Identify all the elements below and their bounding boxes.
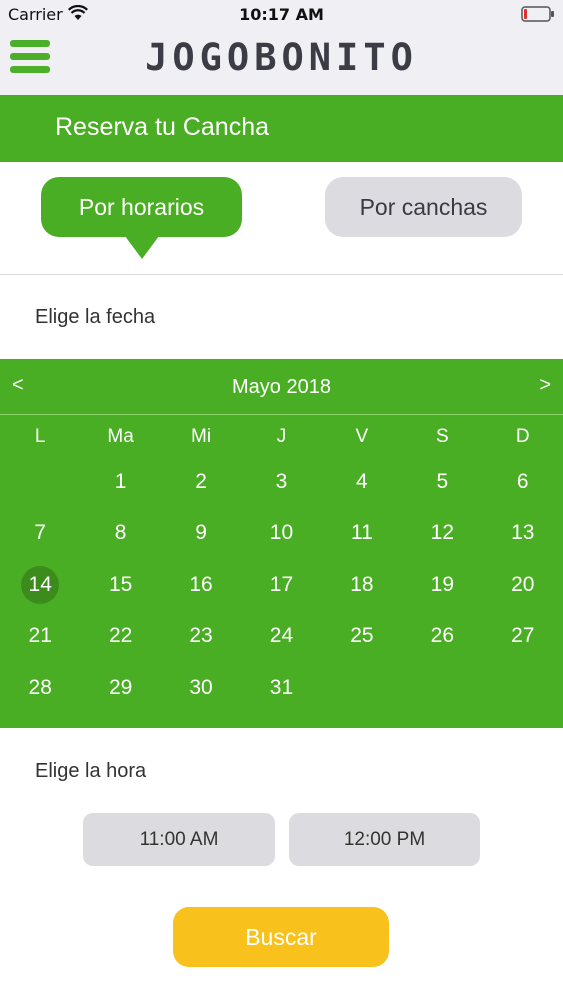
calendar-day[interactable]: 15 [80,559,160,611]
calendar-day[interactable]: 30 [161,662,241,714]
status-time: 10:17 AM [239,5,324,24]
weekday-label: L [34,425,46,447]
tab-por-canchas[interactable]: Por canchas [325,177,522,237]
calendar-day[interactable]: 18 [322,559,402,611]
calendar-day[interactable]: 27 [483,611,563,663]
tab-por-horarios[interactable]: Por horarios [41,177,242,259]
calendar-day[interactable]: 7 [0,508,80,560]
calendar-day[interactable]: 24 [241,611,321,663]
calendar-day[interactable]: 25 [322,611,402,663]
calendar-empty-cell [322,662,402,714]
time-slot-button[interactable]: 12:00 PM [289,813,480,866]
weekday-label: D [515,425,530,447]
calendar-day[interactable]: 1 [80,456,160,508]
calendar: < Mayo 2018 > L Ma Mi J V S D 1234567891… [0,359,563,728]
time-slot-button[interactable]: 11:00 AM [83,813,275,866]
weekday-label: Ma [107,425,134,447]
calendar-day[interactable]: 26 [402,611,482,663]
calendar-empty-cell [483,662,563,714]
calendar-day[interactable]: 6 [483,456,563,508]
calendar-day-number: 14 [28,572,52,596]
calendar-day[interactable]: 22 [80,611,160,663]
calendar-day[interactable]: 9 [161,508,241,560]
calendar-header: < Mayo 2018 > [0,359,563,415]
title-band: Reserva tu Cancha [0,95,563,162]
brand-logo: JOGOBONITO [145,36,418,79]
status-bar: Carrier 10:17 AM [0,0,563,30]
calendar-day[interactable]: 2 [161,456,241,508]
time-section-label: Elige la hora [35,760,147,782]
calendar-day[interactable]: 11 [322,508,402,560]
nav-header: JOGOBONITO [0,30,563,95]
calendar-day[interactable]: 5 [402,456,482,508]
calendar-week-row: 7 8 9 10 11 12 13 [0,508,563,560]
weekday-row: L Ma Mi J V S D [0,417,563,456]
calendar-day[interactable]: 13 [483,508,563,560]
weekday-label: Mi [191,425,212,447]
divider [0,274,563,275]
calendar-day[interactable]: 29 [80,662,160,714]
calendar-day[interactable]: 16 [161,559,241,611]
calendar-day[interactable]: 12 [402,508,482,560]
weekday-label: J [276,425,287,447]
calendar-day[interactable]: 31 [241,662,321,714]
weekday-label: S [435,425,449,447]
calendar-month-label: Mayo 2018 [232,376,331,398]
page-title: Reserva tu Cancha [55,113,270,141]
battery-icon [521,6,554,22]
calendar-day[interactable]: 10 [241,508,321,560]
calendar-day[interactable]: 19 [402,559,482,611]
calendar-day[interactable]: 3 [241,456,321,508]
calendar-weeks: 1 2 3 4 5 6 7 8 9 10 11 12 13 14 15 16 17 18 19 20 21 22 23 24 2… [0,456,563,714]
calendar-day[interactable]: 4 [322,456,402,508]
calendar-day[interactable]: 28 [0,662,80,714]
calendar-day[interactable]: 23 [161,611,241,663]
calendar-day[interactable]: 21 [0,611,80,663]
calendar-day-selected[interactable]: 14 [0,559,80,611]
calendar-day[interactable]: 20 [483,559,563,611]
calendar-grid: L Ma Mi J V S D 1 2 3 4 5 6 7 8 9 10 11 12 13 14 15 16 1… [0,417,563,714]
calendar-empty-cell [402,662,482,714]
calendar-week-row: 28 29 30 31 [0,662,563,714]
calendar-day[interactable]: 8 [80,508,160,560]
calendar-week-row: 123456 [0,456,563,508]
search-button[interactable]: Buscar [173,907,389,967]
date-section-label: Elige la fecha [35,306,156,328]
next-month-button[interactable]: > [531,374,551,397]
calendar-day[interactable]: 17 [241,559,321,611]
weekday-label: V [355,425,369,447]
calendar-empty-cell [0,456,80,508]
calendar-week-row: 21 22 23 24 25 26 27 [0,611,563,663]
calendar-week-row: 14 15 16 17 18 19 20 [0,559,563,611]
